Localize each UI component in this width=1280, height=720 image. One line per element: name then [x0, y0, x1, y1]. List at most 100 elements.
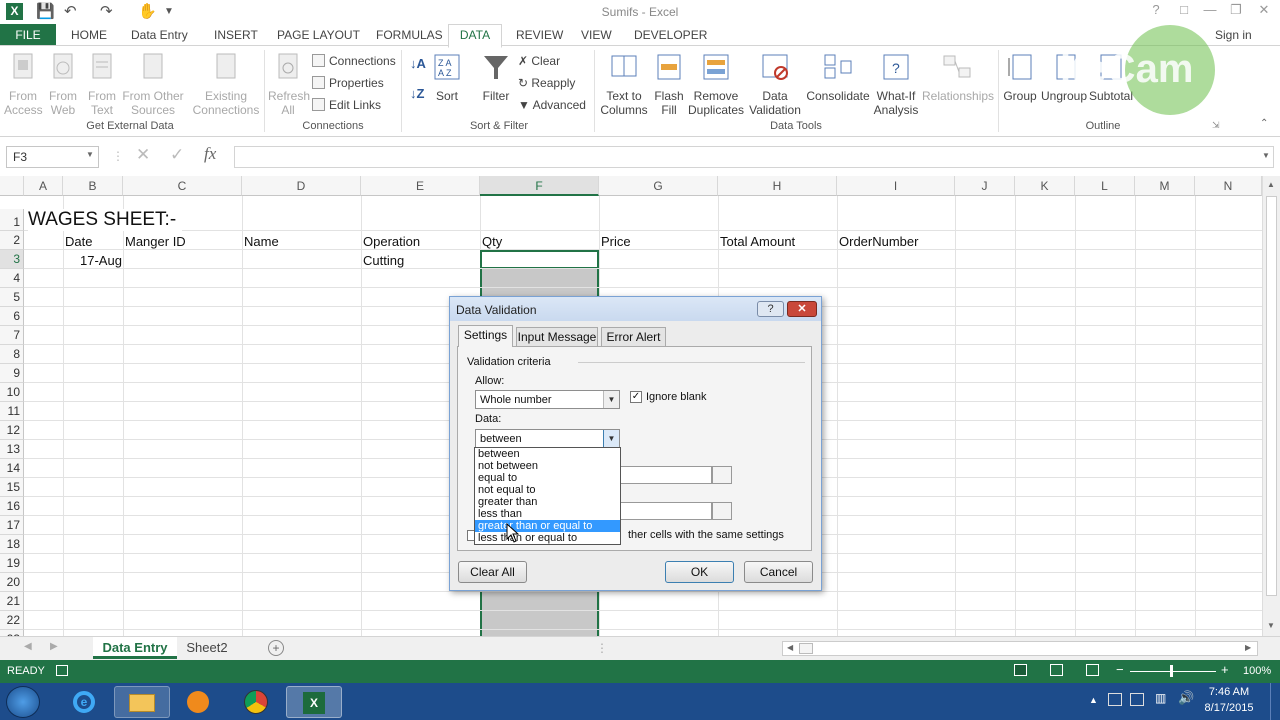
row-header[interactable]: 8 [0, 345, 24, 364]
maximum-input[interactable] [620, 502, 712, 520]
clock-time[interactable]: 7:46 AM [1206, 686, 1252, 698]
close-icon[interactable]: ✕ [1250, 2, 1278, 18]
column-header[interactable]: N [1195, 176, 1262, 196]
tab-insert[interactable]: INSERT [214, 28, 258, 42]
column-header[interactable]: M [1135, 176, 1195, 196]
show-desktop-button[interactable] [1270, 683, 1280, 720]
show-hidden-icons-icon[interactable]: ▲ [1089, 695, 1098, 705]
flag-tray-icon[interactable] [1108, 693, 1122, 706]
list-item[interactable]: not equal to [475, 484, 620, 496]
prev-sheet-icon[interactable]: ◀ [24, 641, 32, 652]
customize-qat-icon[interactable]: ▼ [164, 6, 174, 17]
tab-review[interactable]: REVIEW [516, 28, 563, 42]
row-header[interactable]: 6 [0, 307, 24, 326]
expand-formula-icon[interactable]: ▼ [1262, 151, 1270, 160]
tab-data[interactable]: DATA [448, 24, 502, 48]
media-player-icon[interactable] [170, 686, 226, 718]
device-tray-icon[interactable] [1130, 693, 1144, 706]
data-validation-button[interactable]: Data Validation [745, 52, 805, 117]
sheet-tab-sheet2[interactable]: Sheet2 [178, 640, 236, 655]
header-cell[interactable]: Name [244, 234, 279, 249]
row-header[interactable]: 12 [0, 421, 24, 440]
header-cell[interactable]: Qty [482, 234, 502, 249]
row-header[interactable]: 2 [0, 231, 24, 250]
scroll-up-icon[interactable]: ▲ [1267, 180, 1275, 189]
collapse-ribbon-icon[interactable]: ⌃ [1260, 118, 1268, 129]
sheet-tab-data-entry[interactable]: Data Entry [93, 637, 177, 659]
range-select-icon[interactable] [712, 466, 732, 484]
zoom-in-icon[interactable]: + [1221, 662, 1229, 677]
horizontal-scrollbar[interactable]: ◀ ▶ [782, 641, 1258, 656]
row-header[interactable]: 21 [0, 592, 24, 611]
properties-button[interactable]: Properties [312, 76, 384, 90]
internet-explorer-icon[interactable]: e [56, 686, 112, 718]
tab-split-icon[interactable]: ⋮ [596, 641, 608, 655]
row-header[interactable]: 4 [0, 269, 24, 288]
cancel-formula-icon[interactable]: ✕ [136, 145, 150, 165]
list-item[interactable]: less than [475, 508, 620, 520]
list-item[interactable]: equal to [475, 472, 620, 484]
start-button-icon[interactable] [6, 686, 40, 718]
list-item[interactable]: greater than [475, 496, 620, 508]
sort-descending-icon[interactable]: ↓Z [410, 86, 424, 101]
filter-button[interactable]: Filter [479, 52, 513, 103]
column-header[interactable]: H [718, 176, 837, 196]
dialog-close-button[interactable]: ✕ [787, 301, 817, 317]
scroll-down-icon[interactable]: ▼ [1267, 621, 1275, 630]
row-header[interactable]: 7 [0, 326, 24, 345]
zoom-out-icon[interactable]: − [1116, 662, 1124, 677]
chevron-down-icon[interactable]: ▼ [603, 430, 619, 447]
zoom-slider-thumb[interactable] [1170, 665, 1173, 677]
restore-icon[interactable]: ❐ [1222, 2, 1250, 18]
edit-links-button[interactable]: Edit Links [312, 98, 381, 112]
ignore-blank-checkbox[interactable]: ✓ [630, 391, 642, 403]
from-access-button[interactable]: From Access [4, 52, 43, 117]
scroll-left-icon[interactable]: ◀ [787, 643, 793, 652]
data-dropdown-list[interactable]: between not between equal to not equal t… [474, 447, 621, 545]
help-button[interactable]: ? [1142, 2, 1170, 17]
connections-button[interactable]: Connections [312, 54, 396, 68]
macro-record-icon[interactable] [56, 665, 68, 676]
column-header[interactable]: D [242, 176, 361, 196]
scroll-thumb[interactable] [1266, 196, 1277, 596]
operation-cell[interactable]: Cutting [363, 253, 404, 268]
sort-ascending-icon[interactable]: ↓A [410, 56, 426, 71]
row-header[interactable]: 3 [0, 250, 24, 269]
column-header[interactable]: J [955, 176, 1015, 196]
header-cell[interactable]: Price [601, 234, 631, 249]
tab-view[interactable]: VIEW [581, 28, 612, 42]
reapply-button[interactable]: ↻ Reapply [518, 76, 575, 90]
new-sheet-icon[interactable]: + [268, 640, 284, 656]
row-header[interactable]: 9 [0, 364, 24, 383]
allow-select[interactable]: Whole number ▼ [475, 390, 620, 409]
list-item-selected[interactable]: greater than or equal to [475, 520, 620, 532]
tab-developer[interactable]: DEVELOPER [634, 28, 707, 42]
header-cell[interactable]: Operation [363, 234, 420, 249]
chrome-icon[interactable] [228, 686, 284, 718]
enter-formula-icon[interactable]: ✓ [170, 145, 184, 165]
what-if-analysis-button[interactable]: ? What-If Analysis [870, 52, 922, 117]
row-header[interactable]: 5 [0, 288, 24, 307]
name-box-dropdown-icon[interactable]: ▼ [86, 150, 94, 159]
sheet-title-cell[interactable]: WAGES SHEET:- [28, 209, 183, 231]
tab-data-entry[interactable]: Data Entry [131, 28, 188, 42]
ok-button[interactable]: OK [665, 561, 734, 583]
relationships-button[interactable]: Relationships [922, 52, 994, 103]
range-select-icon[interactable] [712, 502, 732, 520]
existing-connections-button[interactable]: Existing Connections [190, 52, 262, 117]
zoom-slider[interactable] [1130, 671, 1216, 672]
row-header[interactable]: 14 [0, 459, 24, 478]
minimum-input[interactable] [620, 466, 712, 484]
consolidate-button[interactable]: Consolidate [806, 52, 870, 103]
row-header[interactable]: 15 [0, 478, 24, 497]
redo-icon[interactable]: ↷ [100, 2, 113, 20]
row-header[interactable]: 10 [0, 383, 24, 402]
column-header-selected[interactable]: F [480, 176, 599, 196]
header-cell[interactable]: Date [65, 234, 92, 249]
column-header[interactable]: C [123, 176, 242, 196]
row-header[interactable]: 13 [0, 440, 24, 459]
clear-button[interactable]: ✗ Clear [518, 54, 560, 68]
normal-view-icon[interactable] [1014, 664, 1027, 676]
tab-home[interactable]: HOME [71, 28, 107, 42]
file-explorer-icon[interactable] [114, 686, 170, 718]
